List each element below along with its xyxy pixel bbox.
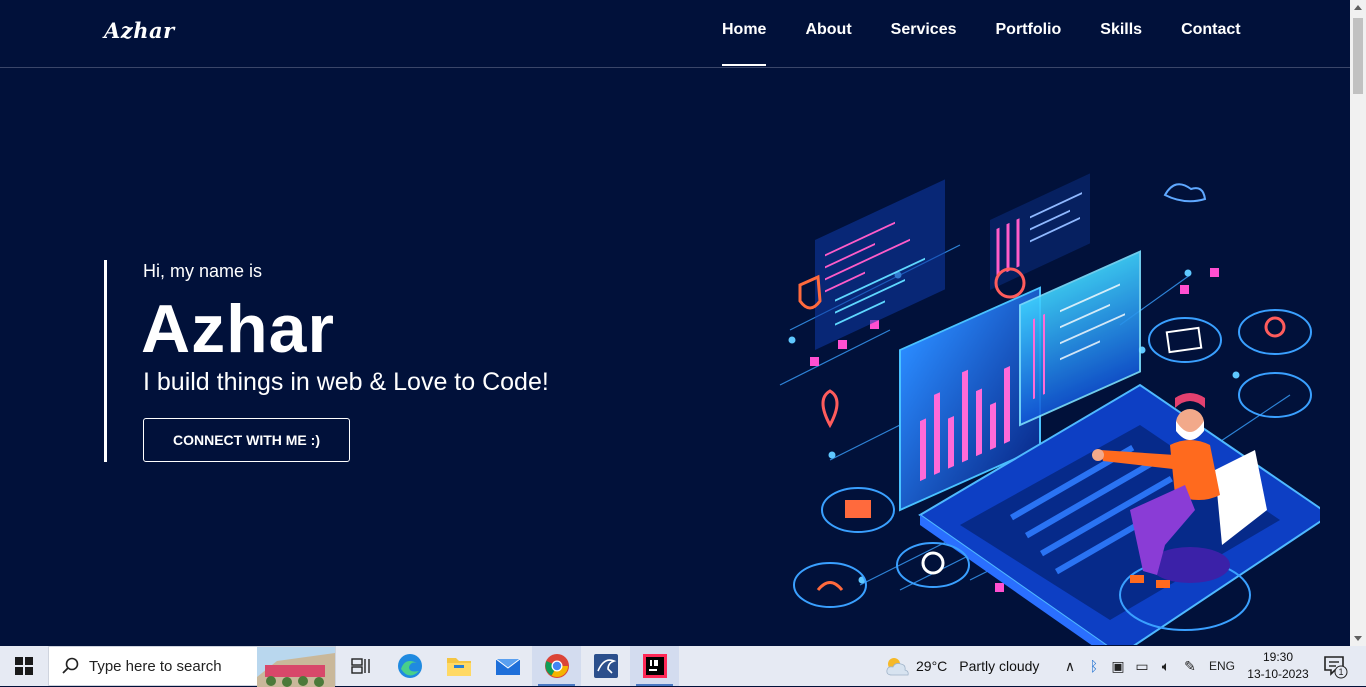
taskbar-edge[interactable] <box>385 646 434 686</box>
nav-about[interactable]: About <box>805 21 851 39</box>
task-view-button[interactable] <box>336 646 385 686</box>
nav-home[interactable]: Home <box>722 21 767 66</box>
windows-logo-icon <box>15 657 33 675</box>
speaker-icon[interactable]: 🔈︎ <box>1154 658 1178 675</box>
mysql-workbench-icon <box>593 654 618 678</box>
scroll-thumb[interactable] <box>1353 18 1363 94</box>
mail-icon <box>495 658 520 675</box>
navbar: Azhar Home About Services Portfolio Skil… <box>0 0 1350 68</box>
hero-tagline: I build things in web & Love to Code! <box>143 368 549 396</box>
notification-count: 1 <box>1338 667 1343 677</box>
taskbar-clock[interactable]: 19:30 13-10-2023 <box>1244 649 1312 683</box>
notification-icon[interactable]: 1 <box>1322 653 1348 679</box>
developer-laptop-illustration <box>779 173 1320 645</box>
scroll-down-arrow-icon[interactable] <box>1354 636 1362 641</box>
task-view-icon <box>350 658 370 674</box>
nav-links: Home About Services Portfolio Skills Con… <box>722 21 1280 66</box>
search-highlight-image <box>257 647 335 687</box>
nav-portfolio[interactable]: Portfolio <box>996 21 1062 39</box>
nav-contact[interactable]: Contact <box>1181 21 1241 39</box>
language-indicator[interactable]: ENG <box>1202 659 1242 673</box>
taskbar-intellij[interactable] <box>630 646 679 686</box>
file-explorer-icon <box>446 658 471 676</box>
hero-accent-bar <box>104 260 107 462</box>
weather-description: Partly cloudy <box>959 658 1040 674</box>
portfolio-page: Azhar Home About Services Portfolio Skil… <box>0 0 1350 646</box>
start-button[interactable] <box>0 646 48 686</box>
nav-services[interactable]: Services <box>891 21 957 39</box>
hero-name: Azhar <box>141 291 335 367</box>
meet-now-icon[interactable]: ▣ <box>1106 658 1130 675</box>
battery-icon[interactable]: ▭ <box>1130 658 1154 675</box>
bluetooth-icon[interactable]: ᛒ <box>1082 658 1106 674</box>
pen-icon[interactable]: ✎ <box>1178 658 1202 675</box>
chrome-icon <box>544 654 569 678</box>
weather-widget[interactable]: 29°C Partly cloudy <box>884 646 1039 686</box>
taskbar-mail[interactable] <box>483 646 532 686</box>
search-icon <box>62 657 79 674</box>
taskbar-mysql-workbench[interactable] <box>581 646 630 686</box>
taskbar-search-box[interactable]: Type here to search <box>48 646 336 687</box>
search-placeholder: Type here to search <box>89 657 222 675</box>
clock-time: 19:30 <box>1262 650 1294 664</box>
system-tray: ∧ ᛒ ▣ ▭ 🔈︎ ✎ ENG <box>1058 646 1242 686</box>
scroll-up-arrow-icon[interactable] <box>1354 5 1362 10</box>
clock-date: 13-10-2023 <box>1247 667 1309 681</box>
intellij-icon <box>642 654 667 678</box>
chevron-up-icon[interactable]: ∧ <box>1058 658 1082 675</box>
hero-greeting: Hi, my name is <box>143 261 263 281</box>
taskbar-file-explorer[interactable] <box>434 646 483 686</box>
page-scrollbar[interactable] <box>1350 0 1366 646</box>
site-logo[interactable]: Azhar <box>104 18 175 43</box>
nav-skills[interactable]: Skills <box>1100 21 1142 39</box>
edge-icon <box>397 654 422 678</box>
connect-button[interactable]: CONNECT WITH ME :) <box>143 418 350 462</box>
taskbar-chrome[interactable] <box>532 646 581 686</box>
partly-cloudy-icon <box>886 658 909 676</box>
weather-temperature: 29°C <box>916 658 948 674</box>
